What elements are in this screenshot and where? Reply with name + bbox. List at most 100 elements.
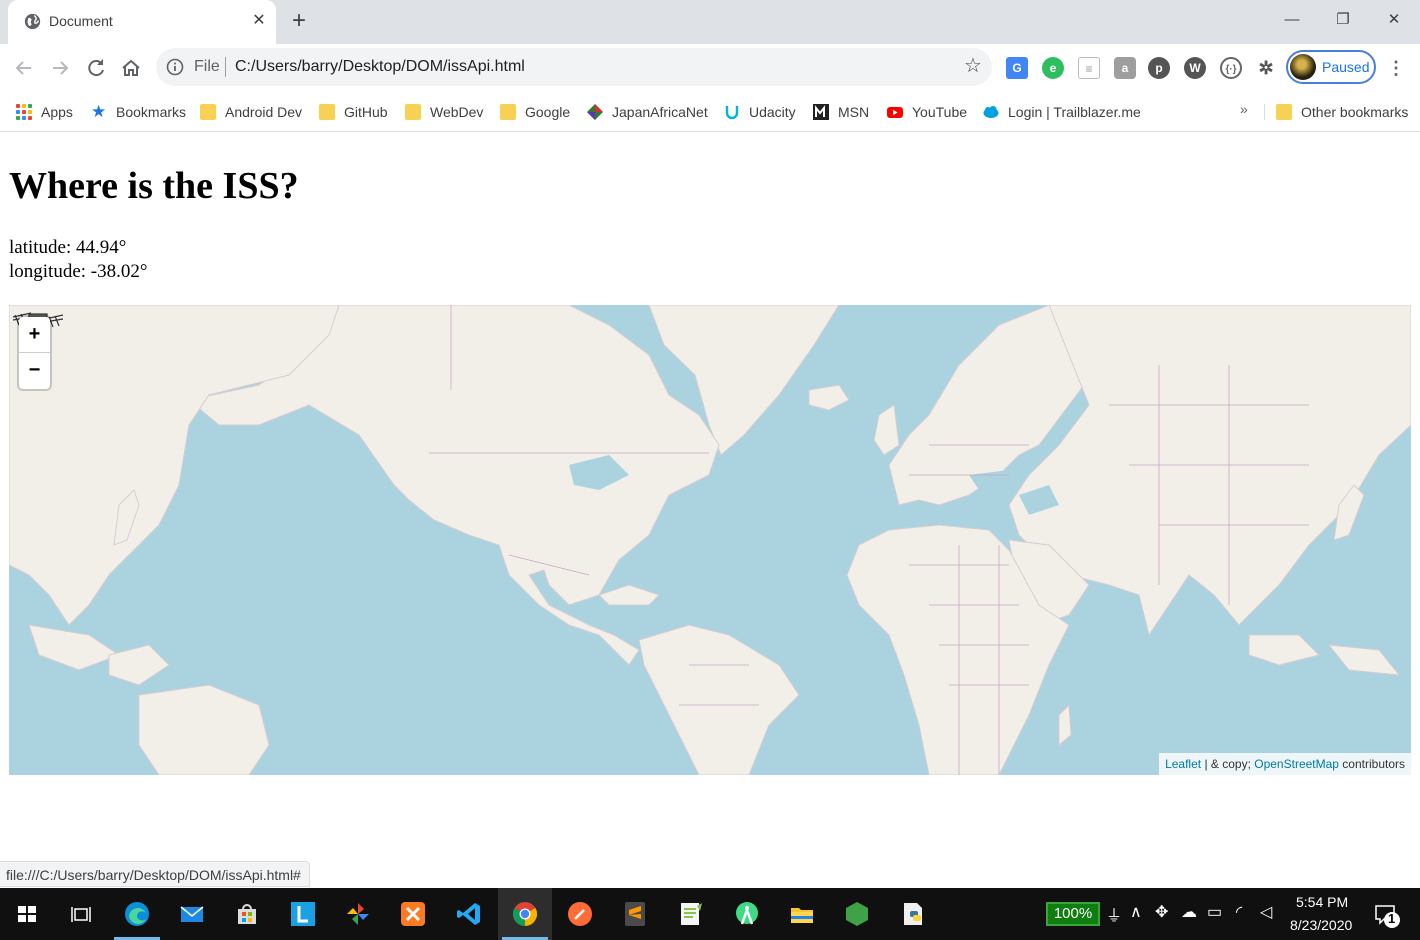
- wifi-icon[interactable]: ◜: [1236, 902, 1242, 922]
- tab-close-button[interactable]: ✕: [248, 10, 270, 32]
- address-bar[interactable]: File C:/Users/barry/Desktop/DOM/issApi.h…: [156, 48, 992, 86]
- windows-taskbar: 100% ⏚ ∧ ✥ ☁ ▭ ◜ ◁ 5:54 PM 8/23/2020 1: [0, 888, 1420, 940]
- taskbar-mail[interactable]: [165, 888, 219, 940]
- store-icon: [238, 904, 256, 924]
- bookmark-bookmarks[interactable]: ★ Bookmarks: [91, 101, 186, 123]
- notification-center-button[interactable]: 1: [1372, 900, 1402, 930]
- battery-indicator[interactable]: 100%: [1046, 902, 1100, 926]
- bookmarks-bar: Apps ★ Bookmarks Android Dev GitHub WebD…: [0, 92, 1420, 132]
- msn-icon: [813, 104, 829, 120]
- taskbar-photos[interactable]: [331, 888, 385, 940]
- sublime-icon: [625, 902, 645, 926]
- iss-map[interactable]: + − Leaflet | & copy; OpenStreetMap cont…: [9, 305, 1411, 775]
- bookmark-star-icon[interactable]: ☆: [962, 55, 984, 77]
- zoom-in-button[interactable]: +: [19, 317, 50, 352]
- mail-icon: [180, 906, 204, 922]
- bookmark-udacity[interactable]: Udacity: [724, 101, 796, 123]
- bookmarks-overflow-button[interactable]: »: [1240, 101, 1248, 117]
- bookmark-label: Google: [525, 104, 571, 120]
- zoom-control: + −: [19, 317, 50, 389]
- bookmarks-divider: [1264, 104, 1265, 120]
- folder-icon: [319, 104, 335, 120]
- bookmark-android-dev[interactable]: Android Dev: [200, 101, 302, 123]
- taskbar-xampp[interactable]: [386, 888, 440, 940]
- taskbar-sublime[interactable]: [608, 888, 662, 940]
- bookmark-other-bookmarks[interactable]: Other bookmarks: [1276, 101, 1408, 123]
- close-window-button[interactable]: ✕: [1374, 6, 1414, 34]
- tab-document[interactable]: Document ✕: [8, 0, 276, 44]
- profile-button[interactable]: Paused: [1286, 50, 1376, 84]
- bookmark-webdev[interactable]: WebDev: [405, 101, 483, 123]
- android-studio-icon: [736, 902, 758, 925]
- folder-icon: [500, 104, 516, 120]
- taskbar-vscode[interactable]: [442, 888, 496, 940]
- bookmark-apps[interactable]: Apps: [16, 101, 73, 123]
- cloud-icon[interactable]: ☁: [1181, 902, 1197, 922]
- taskbar-lexia[interactable]: [276, 888, 330, 940]
- dropbox-icon[interactable]: ✥: [1155, 902, 1168, 922]
- clock-time[interactable]: 5:54 PM: [1296, 894, 1348, 910]
- minimize-button[interactable]: —: [1272, 6, 1312, 34]
- bookmark-label: Android Dev: [225, 104, 303, 120]
- google-translate-icon[interactable]: G: [1006, 57, 1028, 79]
- battery-icon[interactable]: ▭: [1207, 902, 1222, 922]
- bookmark-google[interactable]: Google: [500, 101, 570, 123]
- taskbar-chrome[interactable]: [498, 888, 552, 940]
- home-button[interactable]: [117, 54, 145, 82]
- evernote-icon[interactable]: e: [1042, 57, 1064, 79]
- url-text[interactable]: C:/Users/barry/Desktop/DOM/issApi.html: [235, 58, 525, 76]
- taskbar-file-explorer[interactable]: [775, 888, 829, 940]
- forward-button[interactable]: [46, 54, 74, 82]
- code-extension-icon[interactable]: {·}: [1220, 57, 1242, 79]
- volume-icon[interactable]: ◁: [1260, 902, 1272, 922]
- taskbar-notepad[interactable]: [664, 888, 718, 940]
- browser-toolbar: File C:/Users/barry/Desktop/DOM/issApi.h…: [0, 44, 1420, 92]
- zoom-out-button[interactable]: −: [19, 353, 50, 388]
- page-title: Where is the ISS?: [9, 165, 299, 207]
- tab-title: Document: [49, 13, 113, 29]
- bookmark-japanafricanet[interactable]: JapanAfricaNet: [587, 101, 708, 123]
- chevron-up-icon[interactable]: ∧: [1130, 902, 1142, 922]
- new-tab-button[interactable]: +: [287, 9, 311, 33]
- bookmark-label: Udacity: [749, 104, 796, 120]
- bookmark-label: Apps: [41, 104, 73, 120]
- taskbar-nodejs[interactable]: [830, 888, 884, 940]
- bookmark-trailblazer[interactable]: Login | Trailblazer.me: [983, 101, 1141, 123]
- restore-button[interactable]: ❐: [1323, 6, 1363, 34]
- clock-date[interactable]: 8/23/2020: [1290, 917, 1352, 933]
- bookmark-youtube[interactable]: YouTube: [887, 101, 967, 123]
- browser-menu-icon[interactable]: ⋮: [1386, 56, 1406, 80]
- extensions-puzzle-icon[interactable]: ✲: [1255, 57, 1277, 79]
- taskbar-android-studio[interactable]: [720, 888, 774, 940]
- task-view-button[interactable]: [54, 888, 108, 940]
- taskbar-postman[interactable]: [553, 888, 607, 940]
- wordpress-icon[interactable]: W: [1184, 57, 1206, 79]
- taskbar-edge[interactable]: [110, 888, 164, 940]
- back-button[interactable]: [10, 54, 38, 82]
- browser-title-bar: Document ✕ + — ❐ ✕: [0, 0, 1420, 44]
- start-button[interactable]: [0, 888, 54, 940]
- leaflet-link[interactable]: Leaflet: [1165, 757, 1201, 771]
- reload-button[interactable]: [82, 54, 110, 82]
- postman-icon: [568, 902, 592, 926]
- youtube-icon: [887, 107, 903, 118]
- lexia-icon: [291, 902, 315, 926]
- arrow-left-icon: [15, 61, 31, 75]
- android-icon[interactable]: a: [1114, 57, 1136, 79]
- info-icon[interactable]: [166, 58, 184, 76]
- task-view-icon: [71, 907, 91, 922]
- pinterest-icon[interactable]: p: [1148, 57, 1170, 79]
- scheme-label: File: [194, 58, 220, 75]
- taskbar-python-editor[interactable]: [886, 888, 940, 940]
- folder-icon: [1276, 104, 1292, 120]
- power-plug-icon[interactable]: ⏚: [1106, 902, 1122, 926]
- reader-icon[interactable]: ≡: [1078, 57, 1100, 79]
- bookmark-msn[interactable]: MSN: [813, 101, 869, 123]
- openstreetmap-link[interactable]: OpenStreetMap: [1254, 757, 1339, 771]
- folder-icon: [791, 908, 813, 923]
- omnibox-divider: [225, 57, 226, 77]
- bookmark-label: GitHub: [344, 104, 388, 120]
- xampp-icon: [401, 902, 425, 926]
- bookmark-github[interactable]: GitHub: [319, 101, 388, 123]
- taskbar-store[interactable]: [220, 888, 274, 940]
